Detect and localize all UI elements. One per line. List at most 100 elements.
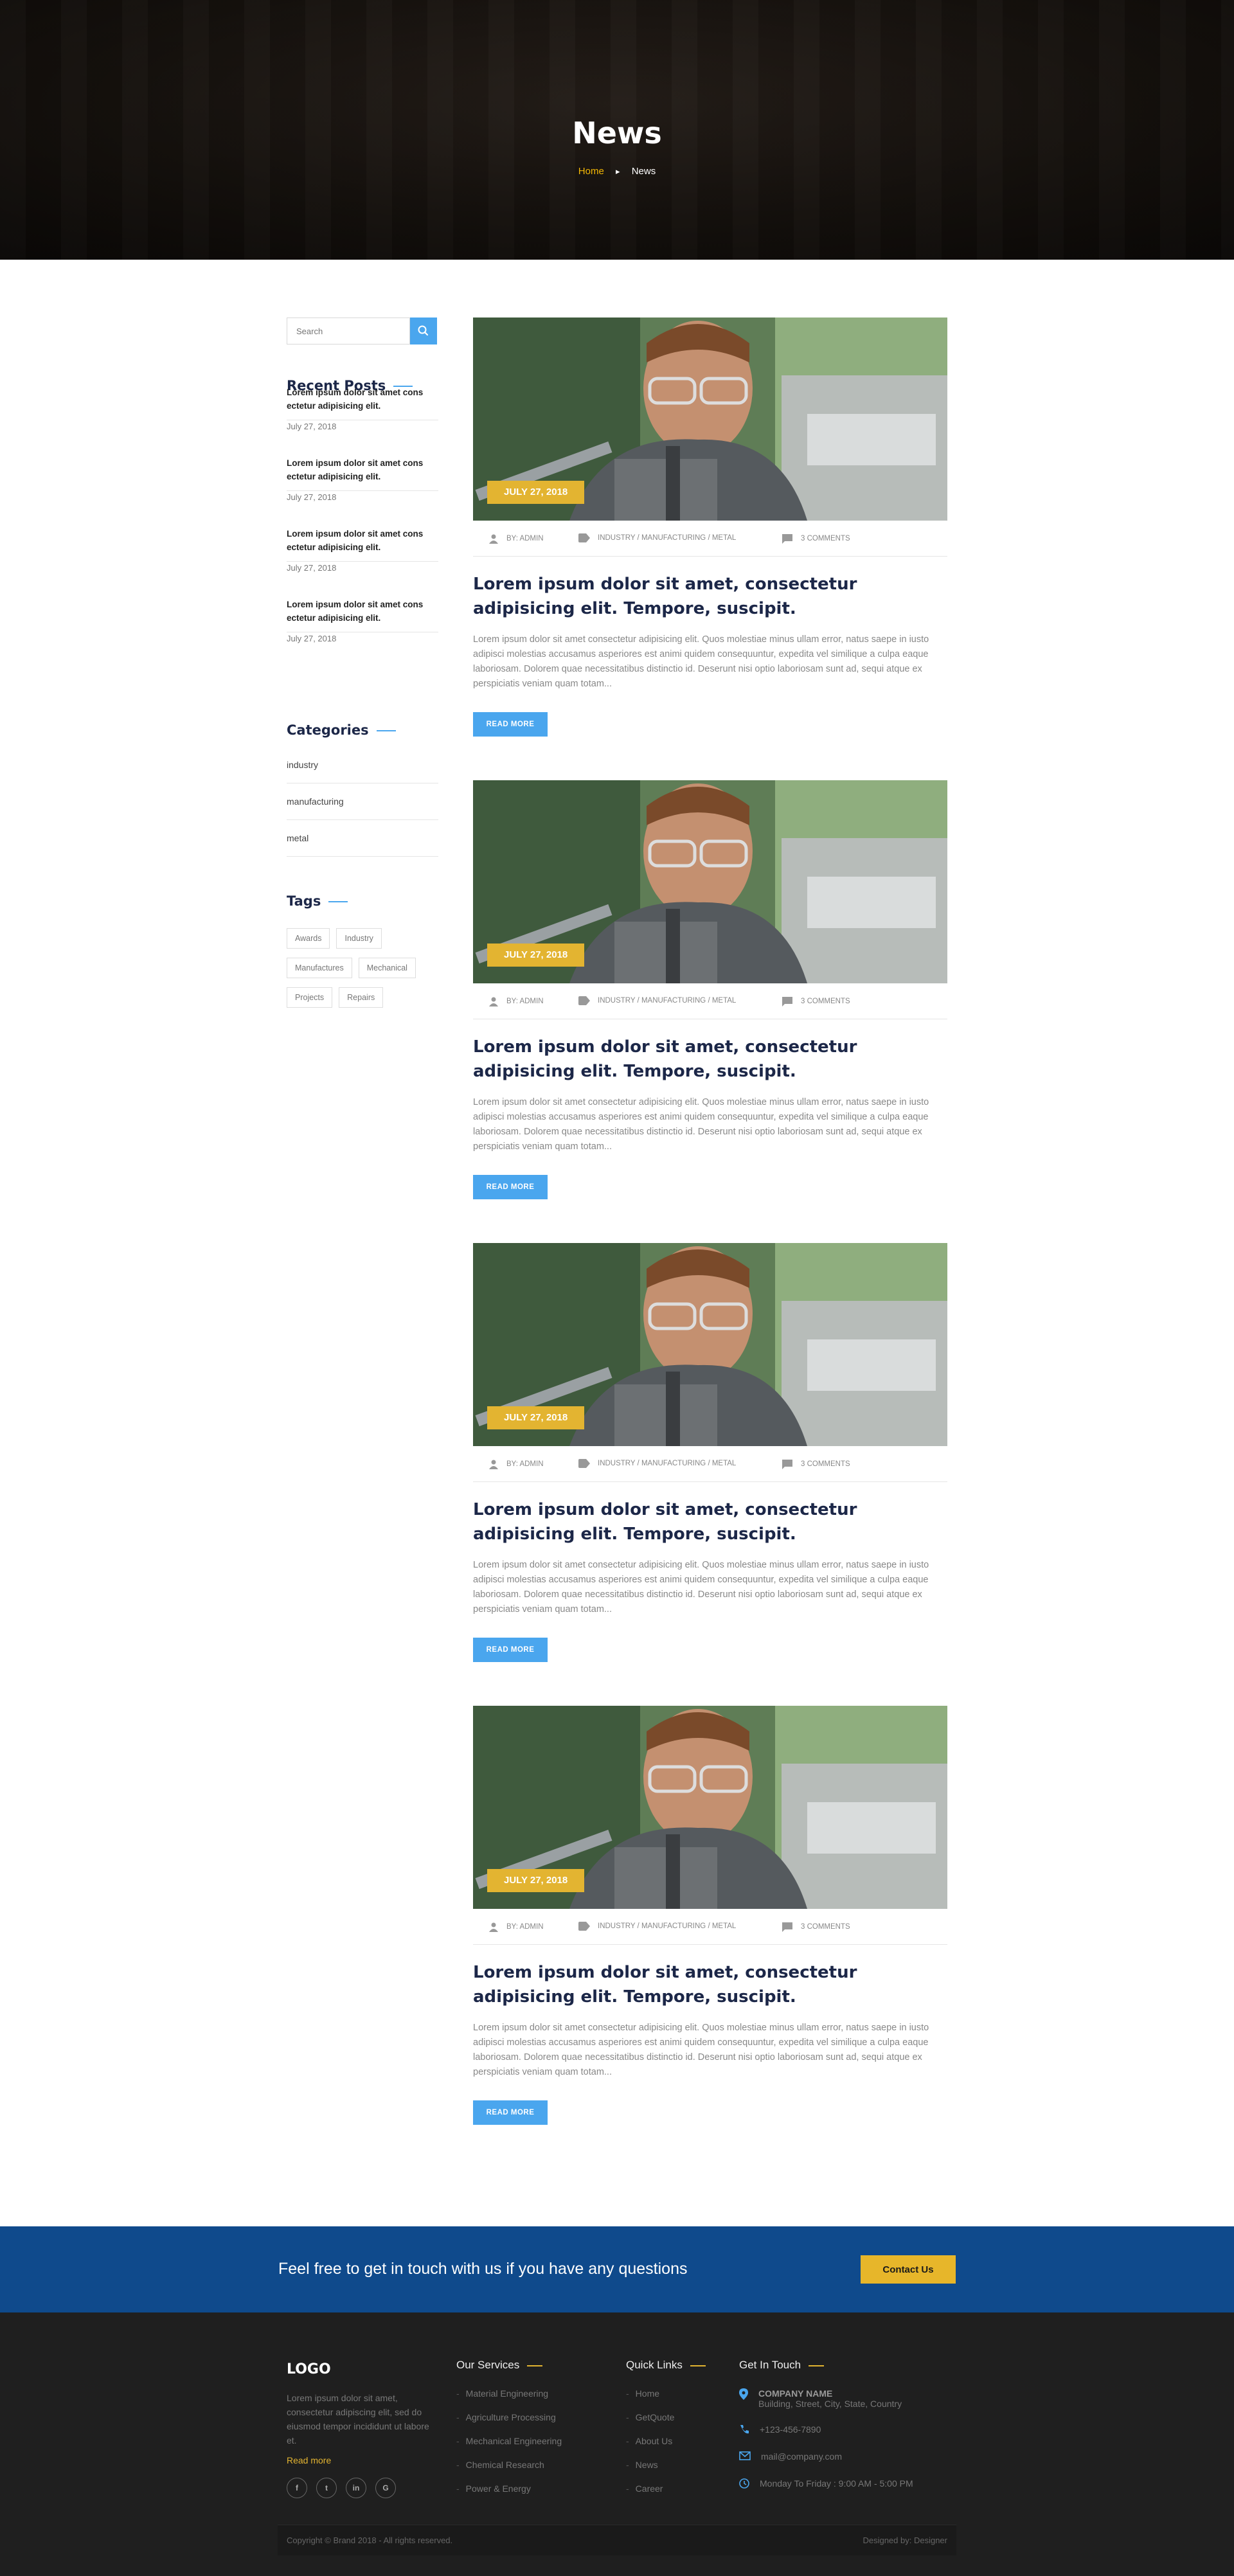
service-link[interactable]: - Mechanical Engineering xyxy=(456,2436,562,2460)
post-meta: BY: ADMIN INDUSTRY / MANUFACTURING / MET… xyxy=(473,1446,947,1482)
post-meta: BY: ADMIN INDUSTRY / MANUFACTURING / MET… xyxy=(473,521,947,557)
breadcrumb: Home ▸ News xyxy=(0,166,1234,177)
footer-logo[interactable]: LOGO xyxy=(287,2361,331,2377)
tags-title: Tags xyxy=(287,893,438,909)
comment-icon xyxy=(782,1460,792,1469)
social-links: f t in G xyxy=(287,2478,405,2498)
tag[interactable]: Projects xyxy=(287,987,333,1008)
site-footer: LOGO Lorem ipsum dolor sit amet, consect… xyxy=(0,2312,1234,2576)
categories-title: Categories xyxy=(287,722,438,738)
read-more-button[interactable]: READ MORE xyxy=(473,712,548,737)
post-categories[interactable]: INDUSTRY / MANUFACTURING / METAL xyxy=(598,534,736,542)
email-address[interactable]: mail@company.com xyxy=(761,2451,842,2462)
post-title[interactable]: Lorem ipsum dolor sit amet, consectetur … xyxy=(473,1498,947,1546)
search-button[interactable] xyxy=(410,318,437,344)
business-hours: Monday To Friday : 9:00 AM - 5:00 PM xyxy=(760,2478,913,2489)
quick-link[interactable]: - About Us xyxy=(626,2436,674,2460)
contact-us-button[interactable]: Contact Us xyxy=(861,2255,956,2284)
post-title[interactable]: Lorem ipsum dolor sit amet, consectetur … xyxy=(473,1960,947,2009)
read-more-button[interactable]: READ MORE xyxy=(473,1638,548,1662)
post-date-badge: JULY 27, 2018 xyxy=(487,481,585,504)
phone-number[interactable]: +123-456-7890 xyxy=(760,2424,821,2435)
user-icon xyxy=(489,534,498,544)
post-meta: BY: ADMIN INDUSTRY / MANUFACTURING / MET… xyxy=(473,1909,947,1945)
footer-about-text: Lorem ipsum dolor sit amet, consectetur … xyxy=(287,2393,429,2446)
sidebar: Recent Posts Lorem ipsum dolor sit amet … xyxy=(287,318,438,1008)
service-link[interactable]: - Chemical Research xyxy=(456,2460,562,2483)
read-more-button[interactable]: READ MORE xyxy=(473,1175,548,1199)
recent-post-item[interactable]: Lorem ipsum dolor sit amet cons ectetur … xyxy=(287,420,438,502)
recent-post-item[interactable]: Lorem ipsum dolor sit amet cons ectetur … xyxy=(287,491,438,573)
post-author[interactable]: BY: ADMIN xyxy=(506,1460,544,1468)
recent-post-item[interactable]: Lorem ipsum dolor sit amet cons ectetur … xyxy=(287,562,438,643)
recent-post-title[interactable]: Lorem ipsum dolor sit amet cons ectetur … xyxy=(287,456,438,483)
service-link[interactable]: - Agriculture Processing xyxy=(456,2412,562,2436)
category-link[interactable]: metal xyxy=(287,820,438,857)
contact-title: Get In Touch xyxy=(739,2359,825,2372)
search-input[interactable] xyxy=(287,318,410,344)
post-title[interactable]: Lorem ipsum dolor sit amet, consectetur … xyxy=(473,572,947,621)
email-row: mail@company.com xyxy=(739,2451,951,2462)
footer-bottom-bar: Copyright © Brand 2018 - All rights rese… xyxy=(278,2525,956,2555)
google-icon[interactable]: G xyxy=(375,2478,396,2498)
phone-row: +123-456-7890 xyxy=(739,2424,951,2435)
post-card: JULY 27, 2018 BY: ADMIN INDUSTRY / MANUF… xyxy=(473,780,947,1204)
breadcrumb-home-link[interactable]: Home xyxy=(578,166,604,177)
map-pin-icon xyxy=(739,2388,748,2400)
post-comments[interactable]: 3 COMMENTS xyxy=(801,535,850,542)
footer-read-more-link[interactable]: Read more xyxy=(287,2455,331,2465)
post-image[interactable]: JULY 27, 2018 xyxy=(473,1706,947,1909)
post-date-badge: JULY 27, 2018 xyxy=(487,944,585,967)
post-comments[interactable]: 3 COMMENTS xyxy=(801,1460,850,1468)
tag-list: Awards Industry Manufactures Mechanical … xyxy=(287,928,438,1017)
post-title[interactable]: Lorem ipsum dolor sit amet, consectetur … xyxy=(473,1035,947,1084)
post-categories[interactable]: INDUSTRY / MANUFACTURING / METAL xyxy=(598,997,736,1005)
copyright-text: Copyright © Brand 2018 - All rights rese… xyxy=(287,2536,453,2545)
recent-post-title[interactable]: Lorem ipsum dolor sit amet cons ectetur … xyxy=(287,598,438,625)
recent-post-title[interactable]: Lorem ipsum dolor sit amet cons ectetur … xyxy=(287,386,438,413)
post-excerpt: Lorem ipsum dolor sit amet consectetur a… xyxy=(473,634,929,689)
quick-link[interactable]: - Home xyxy=(626,2388,674,2412)
post-comments[interactable]: 3 COMMENTS xyxy=(801,997,850,1005)
post-excerpt: Lorem ipsum dolor sit amet consectetur a… xyxy=(473,1097,929,1152)
post-card: JULY 27, 2018 BY: ADMIN INDUSTRY / MANUF… xyxy=(473,318,947,742)
tag[interactable]: Industry xyxy=(336,928,382,949)
post-image[interactable]: JULY 27, 2018 xyxy=(473,780,947,983)
quick-link[interactable]: - Career xyxy=(626,2483,674,2507)
tag-icon xyxy=(578,1459,590,1468)
post-date-badge: JULY 27, 2018 xyxy=(487,1869,585,1892)
category-link[interactable]: manufacturing xyxy=(287,783,438,820)
quick-link[interactable]: - GetQuote xyxy=(626,2412,674,2436)
service-link[interactable]: - Material Engineering xyxy=(456,2388,562,2412)
search-form xyxy=(287,318,437,344)
read-more-button[interactable]: READ MORE xyxy=(473,2100,548,2125)
tag[interactable]: Manufactures xyxy=(287,958,352,978)
recent-post-item[interactable]: Lorem ipsum dolor sit amet cons ectetur … xyxy=(287,350,438,431)
post-categories[interactable]: INDUSTRY / MANUFACTURING / METAL xyxy=(598,1922,736,1930)
post-author[interactable]: BY: ADMIN xyxy=(506,997,544,1005)
recent-post-title[interactable]: Lorem ipsum dolor sit amet cons ectetur … xyxy=(287,527,438,554)
post-meta: BY: ADMIN INDUSTRY / MANUFACTURING / MET… xyxy=(473,983,947,1019)
linkedin-icon[interactable]: in xyxy=(346,2478,366,2498)
tag[interactable]: Mechanical xyxy=(358,958,416,978)
post-author[interactable]: BY: ADMIN xyxy=(506,1923,544,1931)
category-link[interactable]: industry xyxy=(287,747,438,783)
tag[interactable]: Awards xyxy=(287,928,330,949)
facebook-icon[interactable]: f xyxy=(287,2478,307,2498)
quick-link[interactable]: - News xyxy=(626,2460,674,2483)
post-image[interactable]: JULY 27, 2018 xyxy=(473,1243,947,1446)
post-image[interactable]: JULY 27, 2018 xyxy=(473,318,947,521)
comment-icon xyxy=(782,534,792,544)
service-link[interactable]: - Power & Energy xyxy=(456,2483,562,2507)
tag[interactable]: Repairs xyxy=(339,987,384,1008)
cta-text: Feel free to get in touch with us if you… xyxy=(278,2260,688,2278)
post-excerpt: Lorem ipsum dolor sit amet consectetur a… xyxy=(473,1560,929,1614)
recent-post-date: July 27, 2018 xyxy=(287,634,337,643)
phone-icon xyxy=(740,2425,749,2434)
post-comments[interactable]: 3 COMMENTS xyxy=(801,1923,850,1931)
comment-icon xyxy=(782,997,792,1006)
page-title: News xyxy=(572,116,662,150)
twitter-icon[interactable]: t xyxy=(316,2478,337,2498)
post-author[interactable]: BY: ADMIN xyxy=(506,535,544,542)
post-categories[interactable]: INDUSTRY / MANUFACTURING / METAL xyxy=(598,1460,736,1467)
